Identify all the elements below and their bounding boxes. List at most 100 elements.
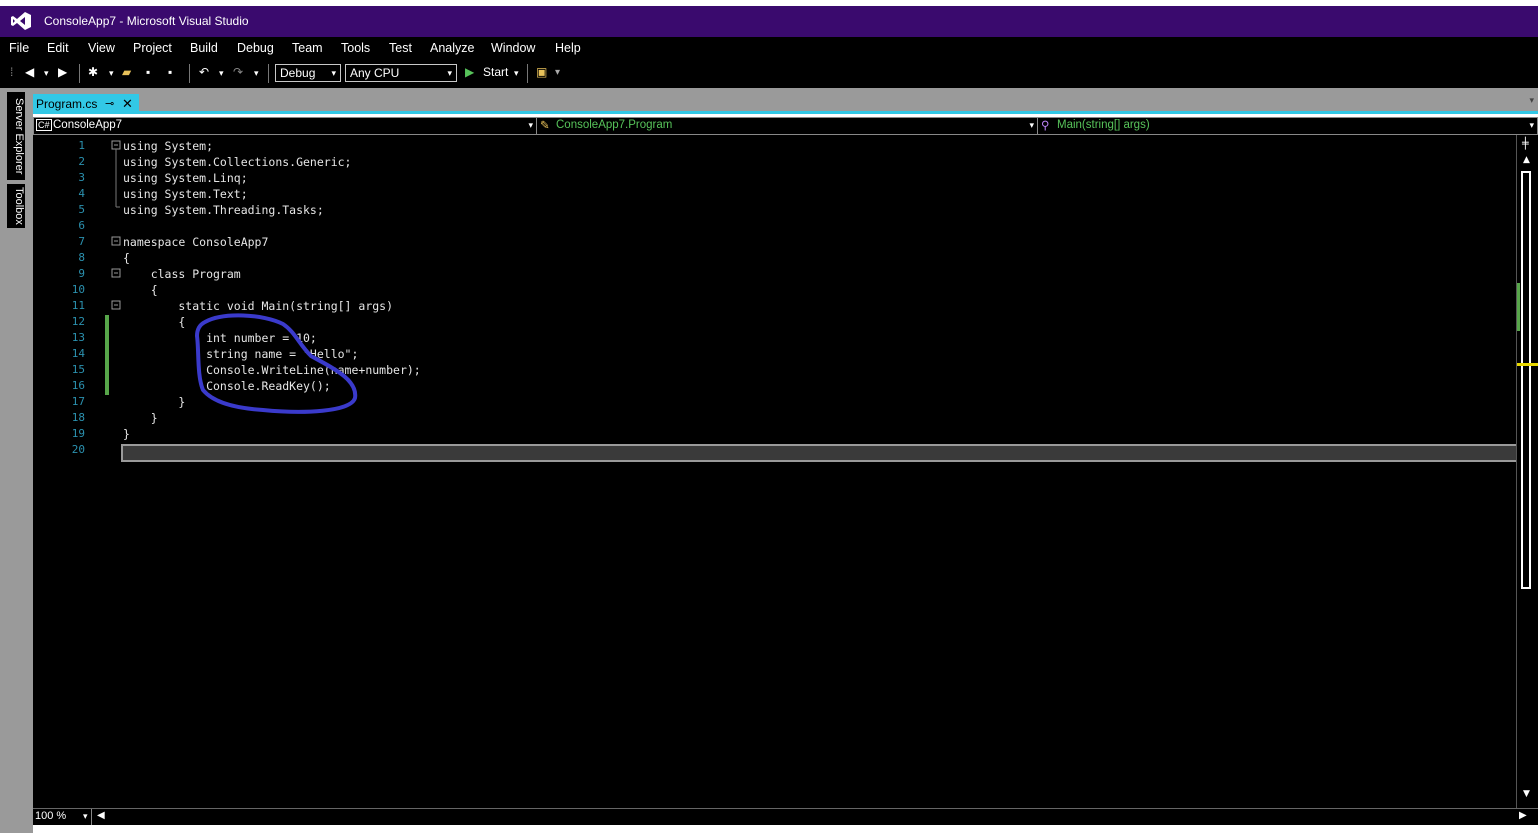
type-name: ConsoleApp7.Program xyxy=(556,119,673,131)
line-number-margin: 1 2 3 4 5 6 7 8 9 10 11 12 13 14 15 16 1… xyxy=(33,138,85,458)
vertical-scrollbar[interactable]: ╪ ▲ ▼ xyxy=(1516,135,1538,808)
project-name: ConsoleApp7 xyxy=(53,119,123,131)
project-dropdown[interactable]: C# ConsoleApp7 ▾ xyxy=(34,118,537,134)
chevron-down-icon: ▾ xyxy=(447,68,452,78)
save-all-icon[interactable]: ▪ xyxy=(168,65,172,79)
save-icon[interactable]: ▪ xyxy=(146,65,150,79)
menu-bar: File Edit View Project Build Debug Team … xyxy=(0,37,1538,59)
redo-icon[interactable]: ↷ xyxy=(233,65,243,79)
menu-debug[interactable]: Debug xyxy=(237,41,274,55)
line-number: 18 xyxy=(71,411,85,424)
forward-icon[interactable]: ▶ xyxy=(58,65,67,79)
code-line[interactable]: using System; xyxy=(123,138,421,154)
new-dropdown-icon[interactable]: ▾ xyxy=(109,68,114,79)
line-number: 7 xyxy=(78,235,85,248)
new-project-icon[interactable]: ✱ xyxy=(88,65,98,79)
toolbar-separator xyxy=(79,64,80,83)
line-number: 1 xyxy=(78,139,85,152)
open-file-icon[interactable]: ▰ xyxy=(122,65,131,79)
scrollbar-thumb[interactable] xyxy=(1521,171,1531,589)
code-line[interactable]: using System.Threading.Tasks; xyxy=(123,202,421,218)
menu-file[interactable]: File xyxy=(9,41,29,55)
line-number: 15 xyxy=(71,363,85,376)
line-number: 12 xyxy=(71,315,85,328)
zoom-dropdown[interactable]: 100 % ▾ xyxy=(33,809,92,825)
chevron-down-icon: ▾ xyxy=(83,811,88,821)
line-number: 14 xyxy=(71,347,85,360)
navigation-bar: C# ConsoleApp7 ▾ ✎ ConsoleApp7.Program ▾… xyxy=(33,117,1538,135)
solution-configuration-dropdown[interactable]: Debug ▾ xyxy=(275,64,341,82)
window-title: ConsoleApp7 - Microsoft Visual Studio xyxy=(44,14,249,28)
redo-dropdown-icon[interactable]: ▾ xyxy=(254,68,259,79)
code-line[interactable]: { xyxy=(123,250,421,266)
document-tab-label: Program.cs xyxy=(36,97,98,111)
start-dropdown-icon[interactable]: ▾ xyxy=(514,68,519,79)
code-line[interactable]: } xyxy=(123,426,421,442)
tab-program-cs[interactable]: Program.cs ⊸ ✕ xyxy=(33,94,139,114)
scroll-left-icon[interactable]: ◀ xyxy=(97,810,105,821)
current-line-highlight xyxy=(121,444,1521,462)
menu-team[interactable]: Team xyxy=(292,41,323,55)
code-line[interactable]: class Program xyxy=(123,266,421,282)
pin-icon[interactable]: ⊸ xyxy=(105,97,114,110)
code-line[interactable]: namespace ConsoleApp7 xyxy=(123,234,421,250)
toolbar-separator xyxy=(268,64,269,83)
browser-link-icon[interactable]: ▣ xyxy=(536,65,547,79)
undo-dropdown-icon[interactable]: ▾ xyxy=(219,68,224,79)
start-button[interactable]: Start xyxy=(483,65,508,79)
type-dropdown[interactable]: ✎ ConsoleApp7.Program ▾ xyxy=(536,118,1038,134)
line-number: 10 xyxy=(71,283,85,296)
visual-studio-logo-icon xyxy=(11,12,31,30)
member-dropdown[interactable]: ⚲ Main(string[] args) ▾ xyxy=(1037,118,1537,134)
platform-value: Any CPU xyxy=(350,66,400,80)
menu-build[interactable]: Build xyxy=(190,41,218,55)
menu-analyze[interactable]: Analyze xyxy=(430,41,474,55)
split-icon[interactable]: ╪ xyxy=(1522,137,1529,150)
scroll-right-icon[interactable]: ▶ xyxy=(1519,810,1527,821)
chevron-down-icon: ▾ xyxy=(331,68,336,78)
scroll-up-icon[interactable]: ▲ xyxy=(1523,155,1530,165)
menu-window[interactable]: Window xyxy=(491,41,535,55)
caret-position-marker xyxy=(1517,363,1538,366)
undo-icon[interactable]: ↶ xyxy=(199,65,209,79)
outlining-margin xyxy=(111,140,121,310)
code-line[interactable]: { xyxy=(123,282,421,298)
server-explorer-tab[interactable]: Server Explorer xyxy=(7,92,25,180)
back-dropdown-icon[interactable]: ▾ xyxy=(44,68,49,79)
tab-list-dropdown-icon[interactable]: ▾ xyxy=(1529,96,1534,106)
change-overview-marker xyxy=(1517,283,1520,331)
menu-view[interactable]: View xyxy=(88,41,115,55)
editor-status-bar: 100 % ▾ ◀ ▶ xyxy=(33,808,1538,825)
close-icon[interactable]: ✕ xyxy=(122,96,133,112)
line-number: 16 xyxy=(71,379,85,392)
hand-drawn-circle-annotation xyxy=(194,313,358,414)
line-number: 2 xyxy=(78,155,85,168)
menu-tools[interactable]: Tools xyxy=(341,41,370,55)
zoom-level: 100 % xyxy=(35,810,67,822)
toolbar-options-icon[interactable]: ▾ xyxy=(555,67,560,78)
code-editor[interactable]: 1 2 3 4 5 6 7 8 9 10 11 12 13 14 15 16 1… xyxy=(33,135,1538,808)
code-line[interactable]: using System.Linq; xyxy=(123,170,421,186)
menu-test[interactable]: Test xyxy=(389,41,412,55)
menu-help[interactable]: Help xyxy=(555,41,581,55)
code-line[interactable]: using System.Text; xyxy=(123,186,421,202)
line-number: 9 xyxy=(78,267,85,280)
csharp-project-icon: C# xyxy=(36,119,52,131)
code-line[interactable] xyxy=(123,218,421,234)
document-tab-bar: Program.cs ⊸ ✕ ▾ xyxy=(33,88,1538,114)
class-icon: ✎ xyxy=(540,120,550,132)
line-number: 19 xyxy=(71,427,85,440)
toolbar-separator xyxy=(189,64,190,83)
line-number: 13 xyxy=(71,331,85,344)
scroll-down-icon[interactable]: ▼ xyxy=(1523,789,1530,799)
line-number: 17 xyxy=(71,395,85,408)
start-icon[interactable]: ▶ xyxy=(465,65,474,79)
toolbox-tab[interactable]: Toolbox xyxy=(7,184,25,228)
chevron-down-icon: ▾ xyxy=(528,120,533,130)
back-icon[interactable]: ◀ xyxy=(25,65,34,79)
menu-edit[interactable]: Edit xyxy=(47,41,69,55)
menu-project[interactable]: Project xyxy=(133,41,172,55)
toolbar-grip-icon: ⁞ xyxy=(10,65,14,79)
solution-platform-dropdown[interactable]: Any CPU ▾ xyxy=(345,64,457,82)
code-line[interactable]: using System.Collections.Generic; xyxy=(123,154,421,170)
